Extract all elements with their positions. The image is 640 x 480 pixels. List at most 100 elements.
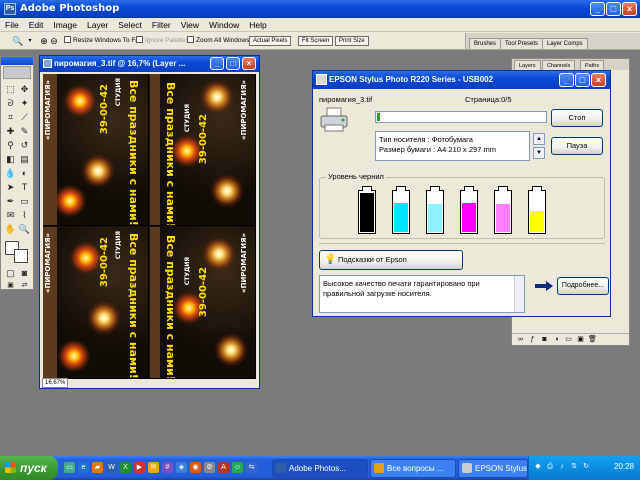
new-group-icon[interactable]: ▭ (564, 335, 573, 344)
doc-minimize-button[interactable]: _ (210, 57, 224, 70)
calculator-icon[interactable]: # (162, 462, 173, 473)
link-icon[interactable]: ∞ (516, 335, 525, 344)
tray-network-icon[interactable]: ⇅ (569, 462, 579, 472)
details-button[interactable]: Подробнее... (557, 277, 609, 295)
layers-tab[interactable]: Layers (514, 60, 541, 70)
paths-tab[interactable]: Paths (580, 60, 605, 70)
epson-close-button[interactable]: × (591, 73, 606, 87)
dodge-tool-icon[interactable]: ◐ (18, 167, 31, 180)
zoom-level-field[interactable]: 16,67% (42, 378, 69, 388)
shape-tool-icon[interactable]: ▭ (18, 195, 31, 208)
show-desktop-icon[interactable]: ▭ (64, 462, 75, 473)
print-size-button[interactable]: Print Size (335, 36, 369, 46)
toolbox-grip[interactable] (1, 57, 33, 65)
screen-mode-icon[interactable]: ▣ (4, 279, 17, 292)
trash-icon[interactable]: 🗑 (588, 335, 597, 344)
background-color-swatch[interactable] (14, 249, 28, 263)
channels-tab[interactable]: Channels (542, 60, 576, 70)
marquee-tool-icon[interactable]: ⬚ (4, 83, 17, 96)
gradient-tool-icon[interactable]: ▤ (18, 153, 31, 166)
menu-view[interactable]: View (176, 18, 204, 32)
media-icon[interactable]: ▶ (134, 462, 145, 473)
zoom-tool-icon[interactable]: 🔍 (12, 35, 24, 47)
eyedropper-icon[interactable]: ⌇ (18, 209, 31, 222)
notes-tool-icon[interactable]: ✉ (4, 209, 17, 222)
adobe-online-icon[interactable] (3, 66, 31, 79)
pen-tool-icon[interactable]: ✒ (4, 195, 17, 208)
messenger-icon[interactable]: ☺ (232, 462, 243, 473)
task-browser[interactable]: Все вопросы ... (370, 459, 456, 478)
zoom-all-windows-checkbox[interactable]: Zoom All Windows (187, 36, 249, 46)
scroll-down-button[interactable]: ▼ (533, 147, 545, 159)
menu-select[interactable]: Select (113, 18, 147, 32)
layer-comps-tab[interactable]: Layer Comps (542, 38, 588, 49)
blur-tool-icon[interactable]: 💧 (4, 167, 17, 180)
task-epson[interactable]: EPSON Stylus ... (458, 459, 528, 478)
document-window[interactable]: пиромагия_3.tif @ 16,7% (Layer ... _ □ ×… (39, 55, 260, 389)
network-icon[interactable]: ⇆ (246, 462, 257, 473)
mail-icon[interactable]: ✉ (148, 462, 159, 473)
ie-icon[interactable]: e (78, 462, 89, 473)
mask-icon[interactable]: ◙ (540, 335, 549, 344)
tips-scrollbar[interactable] (514, 276, 524, 312)
new-layer-icon[interactable]: ▣ (576, 335, 585, 344)
maximize-button[interactable]: □ (606, 2, 621, 16)
explorer-icon[interactable]: ◈ (176, 462, 187, 473)
jump-to-imageready-icon[interactable]: ⇄ (18, 279, 31, 292)
move-tool-icon[interactable]: ✥ (18, 83, 31, 96)
menu-file[interactable]: File (0, 18, 24, 32)
menu-filter[interactable]: Filter (147, 18, 176, 32)
history-brush-icon[interactable]: ↺ (18, 139, 31, 152)
image-canvas[interactable]: «ПИРОМАГИЯ» 39-00-42 СТУДИЯ Все праздник… (43, 74, 256, 379)
healing-brush-icon[interactable]: ✚ (4, 125, 17, 138)
zoom-tool-box-icon[interactable]: 🔍 (18, 223, 31, 236)
hand-tool-icon[interactable]: ✋ (4, 223, 17, 236)
layer-style-icon[interactable]: ƒ (528, 335, 537, 344)
close-button[interactable]: × (622, 2, 637, 16)
epson-tips-button[interactable]: 💡 Подсказки от Epson (319, 250, 463, 270)
brushes-tab[interactable]: Brushes (469, 38, 502, 49)
pause-button[interactable]: Пауза (551, 137, 603, 155)
magic-wand-icon[interactable]: ✦ (18, 97, 31, 110)
menu-layer[interactable]: Layer (82, 18, 113, 32)
word-icon[interactable]: W (106, 462, 117, 473)
doc-maximize-button[interactable]: □ (226, 57, 240, 70)
scroll-up-button[interactable]: ▲ (533, 133, 545, 145)
lasso-tool-icon[interactable]: ᘐ (4, 97, 17, 110)
epson-print-dialog[interactable]: EPSON Stylus Photo R220 Series - USB002 … (312, 70, 611, 317)
menu-image[interactable]: Image (48, 18, 82, 32)
menu-help[interactable]: Help (244, 18, 271, 32)
tray-update-icon[interactable]: ↻ (581, 462, 591, 472)
dropdown-arrow-icon[interactable]: ▾ (24, 35, 36, 47)
epson-maximize-button[interactable]: □ (575, 73, 590, 87)
actual-pixels-button[interactable]: Actual Pixels (249, 36, 292, 46)
menu-window[interactable]: Window (204, 18, 244, 32)
tray-antivirus-icon[interactable]: ◆ (533, 462, 543, 472)
epson-title-bar[interactable]: EPSON Stylus Photo R220 Series - USB002 … (313, 71, 610, 89)
resize-windows-checkbox[interactable]: Resize Windows To Fit (64, 36, 139, 46)
clone-stamp-icon[interactable]: ⚲ (4, 139, 17, 152)
type-tool-icon[interactable]: T (18, 181, 31, 194)
ignore-palettes-checkbox[interactable]: Ignore Palettes (136, 36, 189, 46)
fit-screen-button[interactable]: Fit Screen (298, 36, 334, 46)
document-title-bar[interactable]: пиромагия_3.tif @ 16,7% (Layer ... _ □ × (40, 56, 259, 72)
menu-edit[interactable]: Edit (24, 18, 49, 32)
slice-tool-icon[interactable]: ⟋ (18, 111, 31, 124)
doc-close-button[interactable]: × (242, 57, 256, 70)
utility-icon[interactable]: ⚙ (204, 462, 215, 473)
folder-icon[interactable]: ▰ (92, 462, 103, 473)
stop-button[interactable]: Стоп (551, 109, 603, 127)
tray-volume-icon[interactable]: ♪ (557, 462, 567, 472)
brush-tool-icon[interactable]: ✎ (18, 125, 31, 138)
zoom-out-icon[interactable]: ⊖ (48, 35, 60, 47)
firefox-icon[interactable]: ◉ (190, 462, 201, 473)
excel-icon[interactable]: X (120, 462, 131, 473)
start-button[interactable]: пуск (0, 456, 58, 480)
path-select-icon[interactable]: ➤ (4, 181, 17, 194)
task-photoshop[interactable]: Adobe Photos... (272, 459, 368, 478)
crop-tool-icon[interactable]: ⌗ (4, 111, 17, 124)
tool-presets-tab[interactable]: Tool Presets (500, 38, 544, 49)
tray-printer-icon[interactable]: ⎙ (545, 462, 555, 472)
eraser-tool-icon[interactable]: ◧ (4, 153, 17, 166)
adjustment-layer-icon[interactable]: ◑ (552, 335, 561, 344)
